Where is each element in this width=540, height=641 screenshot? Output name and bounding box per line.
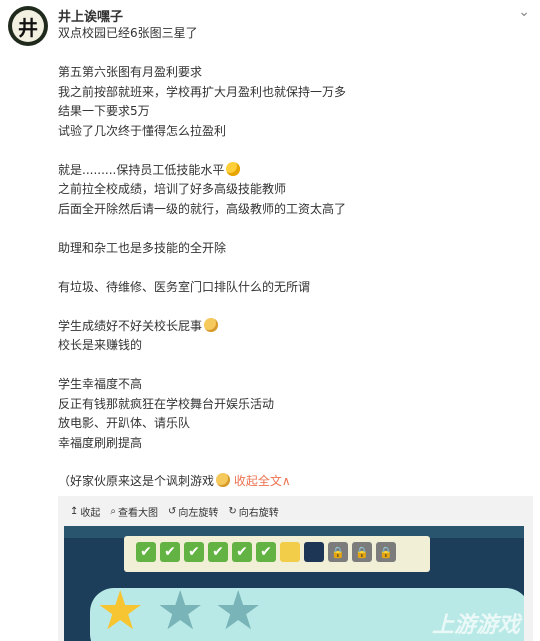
collapse-full-text-label: 收起全文 xyxy=(233,474,282,488)
post-line xyxy=(58,356,528,376)
rotate-left-button[interactable]: ↺ 向左旋转 xyxy=(168,504,218,519)
post-line: 试验了几次终于懂得怎么拉盈利 xyxy=(58,123,227,138)
post-line-with-emoji: 学生成绩好不好关校长屁事 xyxy=(58,317,528,337)
objective-progress: ✔ ✔ ✔ ✔ ✔ ✔ 🔒 🔒 🔒 xyxy=(136,542,396,562)
footer-text: （好家伙原来这是个讽刺游戏 xyxy=(58,474,215,488)
star-filled-icon: ★ xyxy=(96,579,145,641)
post-line: 校长是来赚钱的 xyxy=(58,338,143,352)
game-screenshot[interactable]: ✔ ✔ ✔ ✔ ✔ ✔ 🔒 🔒 🔒 ★ ★ ★ 上游游戏 xyxy=(64,526,524,641)
post-line: 学生幸福度不高 xyxy=(58,377,143,391)
search-icon: ⌕ xyxy=(110,505,116,517)
lock-icon: 🔒 xyxy=(352,542,372,562)
post-line: 就是.........保持员工低技能水平 xyxy=(58,162,225,177)
check-icon: ✔ xyxy=(232,542,252,562)
image-toolbar: ↥ 收起 ⌕ 查看大图 ↺ 向左旋转 ↻ 向右旋转 xyxy=(58,496,533,526)
post-line: 双点校园已经6张图三星了 xyxy=(58,26,198,40)
collapse-icon: ↥ xyxy=(70,505,79,517)
yellow-square-icon xyxy=(280,542,300,562)
image-panel: ↥ 收起 ⌕ 查看大图 ↺ 向左旋转 ↻ 向右旋转 ✔ ✔ ✔ ✔ ✔ ✔ 🔒 🔒 🔒 … xyxy=(58,496,533,641)
rotate-left-label: 向左旋转 xyxy=(178,507,219,519)
star-empty-icon: ★ xyxy=(156,579,205,641)
collapse-button[interactable]: ↥ 收起 xyxy=(70,504,100,519)
check-icon: ✔ xyxy=(208,542,228,562)
rotate-right-button[interactable]: ↻ 向右旋转 xyxy=(228,504,278,519)
post-line xyxy=(58,44,528,64)
collapse-full-text-link[interactable]: 收起全文∧ xyxy=(234,474,291,488)
check-icon: ✔ xyxy=(160,542,180,562)
rotate-left-icon: ↺ xyxy=(168,505,177,517)
star-empty-icon: ★ xyxy=(214,579,263,641)
post-line: 之前拉全校成绩，培训了好多高级技能教师 xyxy=(58,182,287,196)
username[interactable]: 井上诶嘿子 xyxy=(58,6,123,25)
post-line xyxy=(58,258,528,278)
check-icon: ✔ xyxy=(184,542,204,562)
sweat-emoji-icon xyxy=(226,161,241,176)
post-line: 后面全开除然后请一级的就行，高级教师的工资太高了 xyxy=(58,201,347,216)
post-line: 幸福度刷刷提高 xyxy=(58,435,143,450)
post-body: 双点校园已经6张图三星了 第五第六张图有月盈利要求 我之前按部就班来，学校再扩大… xyxy=(58,24,528,453)
view-large-label: 查看大图 xyxy=(118,507,158,519)
navy-square-icon xyxy=(304,542,324,562)
check-icon: ✔ xyxy=(256,542,276,562)
collapse-label: 收起 xyxy=(80,507,101,519)
rotate-right-icon: ↻ xyxy=(228,505,237,517)
post-line: 助理和杂工也是多技能的全开除 xyxy=(58,240,227,255)
post-footer: （好家伙原来这是个讽刺游戏 收起全文∧ xyxy=(58,472,291,489)
avatar[interactable]: 井 xyxy=(8,6,48,46)
post-line: 学生成绩好不好关校长屁事 xyxy=(58,318,203,333)
post-line-with-emoji: 就是.........保持员工低技能水平 xyxy=(58,161,528,181)
post-line xyxy=(58,219,528,239)
watermark: 上游游戏 xyxy=(431,613,520,638)
post-line xyxy=(58,297,528,317)
cat-emoji-icon xyxy=(204,317,219,332)
rotate-right-label: 向右旋转 xyxy=(238,507,279,519)
view-large-button[interactable]: ⌕ 查看大图 xyxy=(110,504,158,519)
chevron-down-icon[interactable]: ⌄ xyxy=(518,4,530,20)
post-line: 反正有钱那就疯狂在学校舞台开娱乐活动 xyxy=(58,396,275,411)
avatar-char: 井 xyxy=(12,10,44,42)
check-icon: ✔ xyxy=(136,542,156,562)
lock-icon: 🔒 xyxy=(328,542,348,562)
post-line: 第五第六张图有月盈利要求 xyxy=(58,65,203,79)
post-line xyxy=(58,141,528,161)
post-line: 有垃圾、待维修、医务室门口排队什么的无所谓 xyxy=(58,279,311,294)
post-line: 结果一下要求5万 xyxy=(58,104,150,118)
post-line: 我之前按部就班来，学校再扩大月盈利也就保持一万多 xyxy=(58,84,347,99)
cat-emoji-icon xyxy=(216,473,231,487)
post-line: 放电影、开趴体、请乐队 xyxy=(58,416,191,430)
lock-icon: 🔒 xyxy=(376,542,396,562)
